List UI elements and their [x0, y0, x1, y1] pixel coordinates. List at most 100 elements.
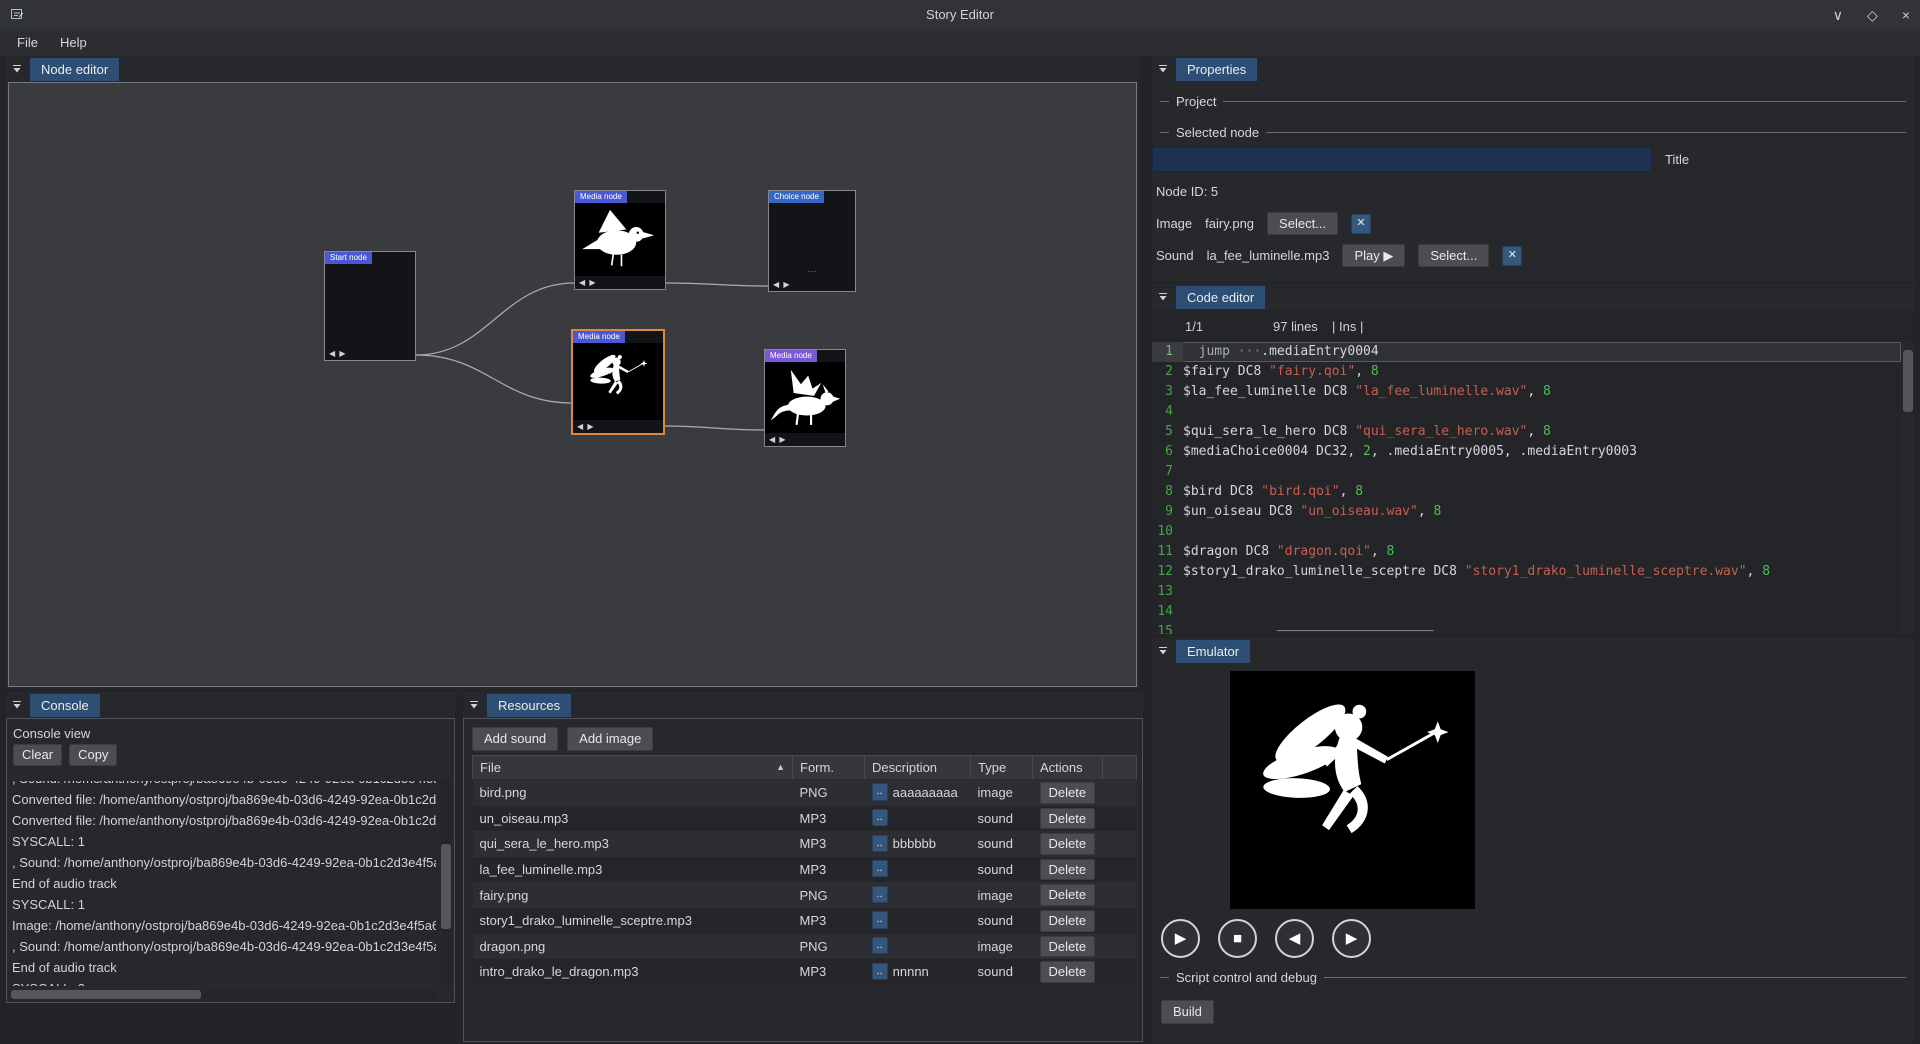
resource-row[interactable]: un_oiseau.mp3MP3..soundDelete	[473, 806, 1137, 832]
node-controls[interactable]: ◀ ▶	[765, 433, 845, 446]
tab-emulator[interactable]: Emulator	[1176, 640, 1250, 663]
delete-button[interactable]: Delete	[1040, 910, 1096, 932]
resource-row[interactable]: fairy.pngPNG..imageDelete	[473, 882, 1137, 908]
group-project: Project	[1160, 94, 1906, 109]
image-select-button[interactable]: Select...	[1267, 212, 1338, 236]
resource-row[interactable]: story1_drako_luminelle_sceptre.mp3MP3..s…	[473, 908, 1137, 934]
delete-button[interactable]: Delete	[1040, 808, 1096, 830]
delete-button[interactable]: Delete	[1040, 961, 1096, 983]
console-vertical-scrollbar-thumb[interactable]	[441, 844, 451, 929]
resource-row[interactable]: qui_sera_le_hero.mp3MP3..bbbbbbsoundDele…	[473, 831, 1137, 857]
format-cell: PNG	[793, 934, 865, 960]
close-button[interactable]: ×	[1902, 8, 1910, 22]
menu-help[interactable]: Help	[49, 30, 98, 55]
code-scrollbar[interactable]	[1902, 342, 1914, 634]
tab-console[interactable]: Console	[30, 694, 100, 717]
image-value: fairy.png	[1205, 216, 1254, 231]
minimize-button[interactable]: ∨	[1833, 8, 1843, 22]
code-line-12[interactable]: 12$story1_drako_luminelle_sceptre DC8 "s…	[1152, 562, 1901, 582]
delete-button[interactable]: Delete	[1040, 884, 1096, 906]
edit-description-button[interactable]: ..	[872, 963, 888, 980]
code-area[interactable]: 1 jump ···.mediaEntry00042$fairy DC8 "fa…	[1152, 342, 1901, 634]
resource-row[interactable]: bird.pngPNG..aaaaaaaaaimageDelete	[473, 780, 1137, 806]
code-scrollbar-thumb[interactable]	[1903, 350, 1913, 412]
stop-button[interactable]: ■	[1218, 919, 1257, 958]
console-horizontal-scrollbar[interactable]	[11, 990, 436, 999]
title-input[interactable]	[1152, 147, 1652, 172]
step-forward-button[interactable]: ▶	[1332, 919, 1371, 958]
node-controls[interactable]: ◀ ▶	[769, 278, 855, 291]
collapse-icon[interactable]	[11, 63, 23, 75]
sound-clear-button[interactable]: ✕	[1502, 246, 1522, 266]
code-line-14[interactable]: 14	[1152, 602, 1901, 622]
node-fairy-media[interactable]: Media node◀ ▶	[572, 330, 664, 434]
column-header-form[interactable]: Form.	[793, 756, 865, 780]
copy-button[interactable]: Copy	[69, 744, 117, 766]
tab-resources[interactable]: Resources	[487, 694, 571, 717]
collapse-icon[interactable]	[1157, 63, 1169, 75]
delete-button[interactable]: Delete	[1040, 833, 1096, 855]
delete-button[interactable]: Delete	[1040, 936, 1096, 958]
column-header-actions[interactable]: Actions	[1033, 756, 1103, 780]
file-cell: story1_drako_luminelle_sceptre.mp3	[473, 908, 793, 934]
edit-description-button[interactable]: ..	[872, 937, 888, 954]
code-line-15[interactable]: 15 ────────────────────	[1152, 622, 1901, 634]
resource-row[interactable]: la_fee_luminelle.mp3MP3..soundDelete	[473, 857, 1137, 883]
menu-file[interactable]: File	[6, 30, 49, 55]
add-image-button[interactable]: Add image	[567, 727, 653, 751]
collapse-icon[interactable]	[1157, 645, 1169, 657]
edit-description-button[interactable]: ..	[872, 886, 888, 903]
column-header-description[interactable]: Description	[865, 756, 971, 780]
code-line-4[interactable]: 4	[1152, 402, 1901, 422]
step-back-button[interactable]: ◀	[1275, 919, 1314, 958]
code-line-2[interactable]: 2$fairy DC8 "fairy.qoi", 8	[1152, 362, 1901, 382]
edit-description-button[interactable]: ..	[872, 783, 888, 800]
sound-select-button[interactable]: Select...	[1418, 244, 1489, 268]
tab-properties[interactable]: Properties	[1176, 58, 1257, 81]
tab-node-editor[interactable]: Node editor	[30, 58, 119, 81]
code-line-9[interactable]: 9$un_oiseau DC8 "un_oiseau.wav", 8	[1152, 502, 1901, 522]
resource-row[interactable]: intro_drako_le_dragon.mp3MP3..nnnnnsound…	[473, 959, 1137, 985]
code-line-11[interactable]: 11$dragon DC8 "dragon.qoi", 8	[1152, 542, 1901, 562]
image-clear-button[interactable]: ✕	[1351, 214, 1371, 234]
collapse-icon[interactable]	[11, 699, 23, 711]
console-vertical-scrollbar[interactable]	[441, 781, 451, 986]
column-header-file[interactable]: File▲	[473, 756, 793, 780]
clear-button[interactable]: Clear	[13, 744, 62, 766]
node-start[interactable]: Start node◀ ▶	[324, 251, 416, 361]
build-button[interactable]: Build	[1161, 1000, 1214, 1024]
code-line-8[interactable]: 8$bird DC8 "bird.qoi", 8	[1152, 482, 1901, 502]
node-controls[interactable]: ◀ ▶	[575, 276, 665, 289]
maximize-button[interactable]: ◇	[1867, 8, 1878, 22]
description-cell: ..	[865, 857, 971, 881]
console-horizontal-scrollbar-thumb[interactable]	[11, 990, 201, 999]
node-choice[interactable]: Choice node···◀ ▶	[768, 190, 856, 292]
delete-button[interactable]: Delete	[1040, 859, 1096, 881]
edit-description-button[interactable]: ..	[872, 911, 888, 928]
code-line-5[interactable]: 5$qui_sera_le_hero DC8 "qui_sera_le_hero…	[1152, 422, 1901, 442]
node-dragon-media[interactable]: Media node◀ ▶	[764, 349, 846, 447]
code-line-13[interactable]: 13	[1152, 582, 1901, 602]
edit-description-button[interactable]: ..	[872, 860, 888, 877]
tab-code-editor[interactable]: Code editor	[1176, 286, 1265, 309]
add-sound-button[interactable]: Add sound	[472, 727, 558, 751]
delete-button[interactable]: Delete	[1040, 782, 1096, 804]
resource-row[interactable]: dragon.pngPNG..imageDelete	[473, 934, 1137, 960]
code-line-10[interactable]: 10	[1152, 522, 1901, 542]
sound-play-button[interactable]: Play ▶	[1342, 244, 1405, 268]
code-line-7[interactable]: 7	[1152, 462, 1901, 482]
collapse-icon[interactable]	[1157, 291, 1169, 303]
code-line-3[interactable]: 3$la_fee_luminelle DC8 "la_fee_luminelle…	[1152, 382, 1901, 402]
code-line-1[interactable]: 1 jump ···.mediaEntry0004	[1152, 342, 1901, 362]
node-controls[interactable]: ◀ ▶	[573, 420, 663, 433]
collapse-icon[interactable]	[468, 699, 480, 711]
edit-description-button[interactable]: ..	[872, 835, 888, 852]
node-canvas[interactable]: Start node◀ ▶ Media node◀ ▶ Choice node···…	[8, 82, 1137, 687]
node-controls[interactable]: ◀ ▶	[325, 347, 415, 360]
play-button[interactable]: ▶	[1161, 919, 1200, 958]
column-header-type[interactable]: Type	[971, 756, 1033, 780]
column-header-blank[interactable]	[1102, 756, 1136, 780]
code-line-6[interactable]: 6$mediaChoice0004 DC32, 2, .mediaEntry00…	[1152, 442, 1901, 462]
node-bird-media[interactable]: Media node◀ ▶	[574, 190, 666, 290]
edit-description-button[interactable]: ..	[872, 809, 888, 826]
